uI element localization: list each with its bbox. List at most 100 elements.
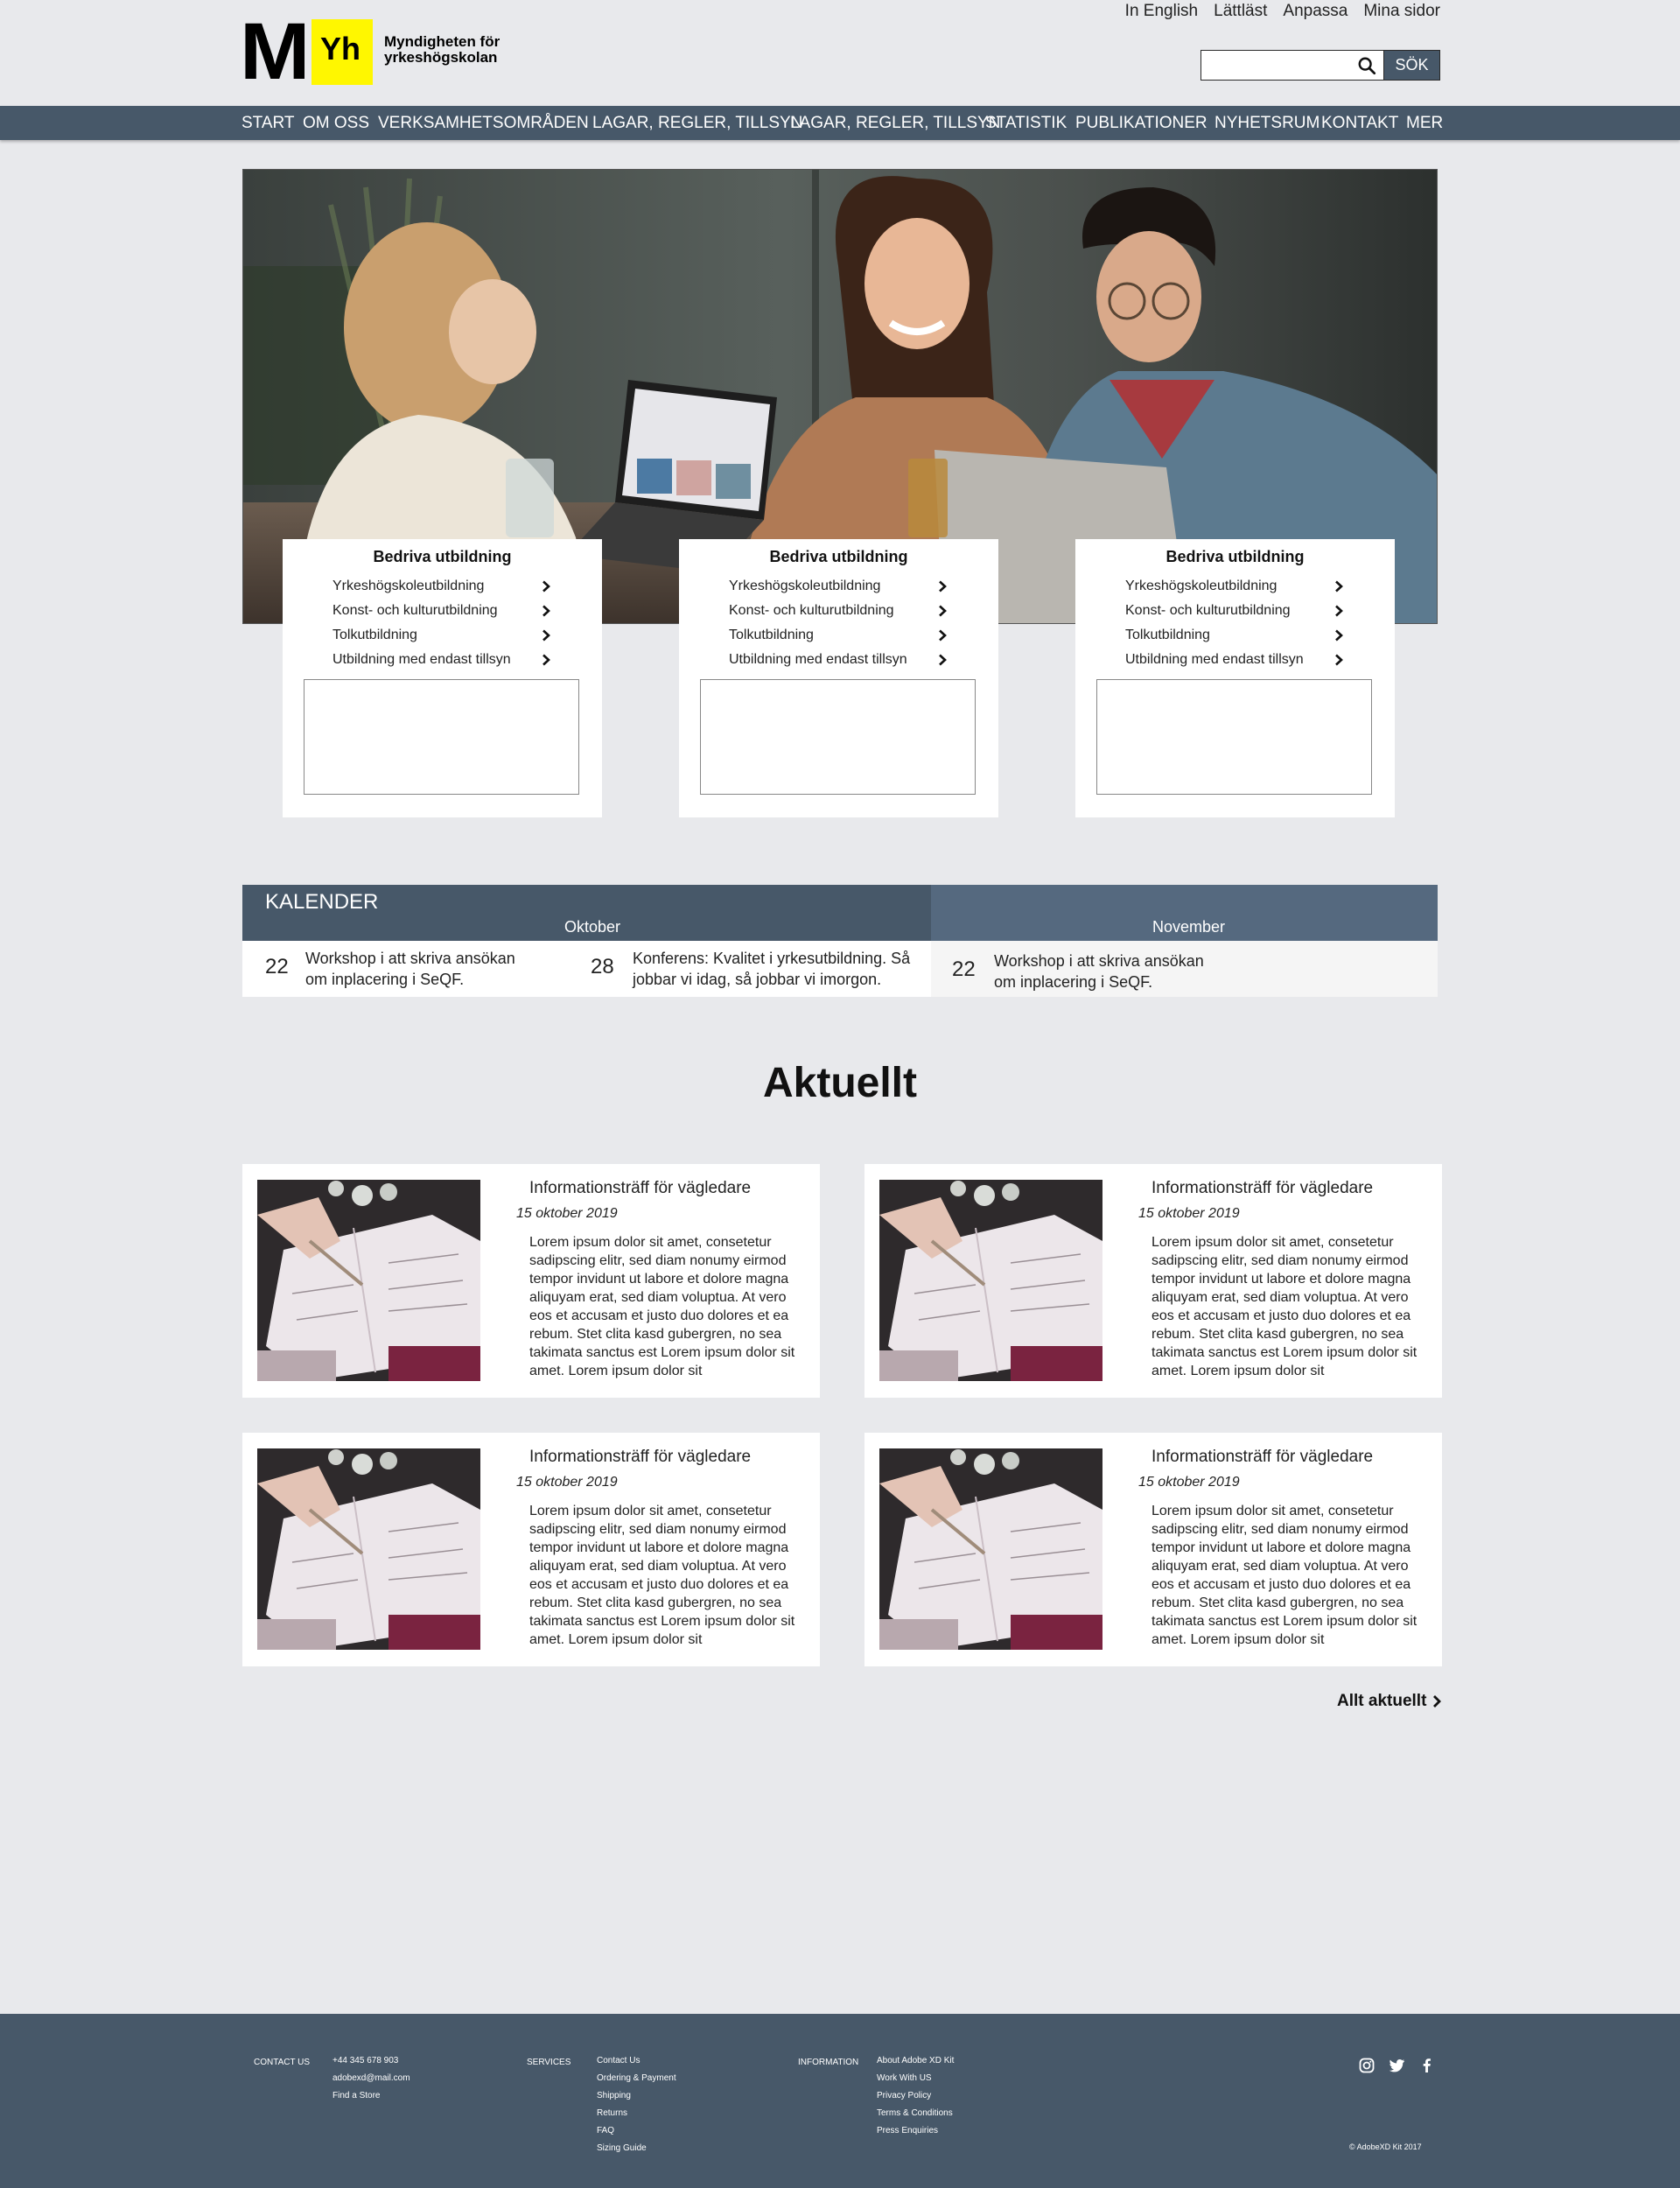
news-card[interactable]: Informationsträff för vägledare 15 oktob…: [242, 1433, 820, 1666]
footer-link[interactable]: Press Enquiries: [877, 2122, 954, 2140]
footer-link[interactable]: Terms & Conditions: [877, 2105, 954, 2122]
facebook-icon[interactable]: [1419, 2058, 1435, 2073]
chevron-right-icon: [939, 629, 947, 642]
chevron-right-icon: [939, 580, 947, 593]
calendar-event-text: Workshop i att skriva ansökan om inplace…: [305, 948, 515, 990]
chevron-right-icon: [939, 654, 947, 666]
copyright: © AdobeXD Kit 2017: [1349, 2142, 1422, 2151]
nav-item-verksamhetsomraden[interactable]: VERKSAMHETSOMRÅDEN: [378, 106, 589, 140]
card-link[interactable]: Yrkeshögskoleutbildning: [332, 574, 551, 599]
calendar-header-november: November: [931, 885, 1438, 941]
nav-item-mer[interactable]: MER: [1406, 106, 1443, 140]
calendar-event-line-2: jobbar vi idag, så jobbar vi imorgon.: [633, 971, 882, 988]
news-title[interactable]: Informationsträff för vägledare: [529, 1448, 751, 1467]
card-link[interactable]: Utbildning med endast tillsyn: [729, 648, 948, 672]
card-link[interactable]: Yrkeshögskoleutbildning: [1125, 574, 1344, 599]
card-link-list: Yrkeshögskoleutbildning Konst- och kultu…: [729, 574, 948, 672]
chevron-right-icon: [542, 629, 550, 642]
card-link[interactable]: Utbildning med endast tillsyn: [332, 648, 551, 672]
card-link[interactable]: Tolkutbildning: [729, 623, 948, 648]
card-link-list: Yrkeshögskoleutbildning Konst- och kultu…: [1125, 574, 1344, 672]
card-title: Bedriva utbildning: [373, 548, 512, 565]
footer-link[interactable]: Contact Us: [597, 2052, 676, 2070]
news-title[interactable]: Informationsträff för vägledare: [1152, 1179, 1373, 1198]
search-box: [1200, 50, 1384, 81]
nav-item-om-oss[interactable]: OM OSS: [303, 106, 369, 140]
main-nav: START OM OSS VERKSAMHETSOMRÅDEN LAGAR, R…: [0, 106, 1680, 140]
chevron-right-icon: [1335, 654, 1343, 666]
instagram-icon[interactable]: [1359, 2058, 1375, 2073]
card-link[interactable]: Konst- och kulturutbildning: [729, 599, 948, 623]
search-icon[interactable]: [1357, 56, 1376, 75]
news-title[interactable]: Informationsträff för vägledare: [529, 1179, 751, 1198]
twitter-icon[interactable]: [1390, 2058, 1405, 2073]
chevron-right-icon: [542, 654, 550, 666]
footer-link[interactable]: Returns: [597, 2105, 676, 2122]
nav-item-lagar-1[interactable]: LAGAR, REGLER, TILLSYN: [592, 106, 802, 140]
footer-link[interactable]: FAQ: [597, 2122, 676, 2140]
news-card[interactable]: Informationsträff för vägledare 15 oktob…: [864, 1433, 1442, 1666]
logo-letter: M: [240, 7, 310, 96]
all-news-link[interactable]: Allt aktuellt: [1337, 1692, 1441, 1711]
card-link-label: Yrkeshögskoleutbildning: [332, 579, 485, 593]
footer-link[interactable]: Shipping: [597, 2087, 676, 2105]
card-link-label: Yrkeshögskoleutbildning: [729, 579, 881, 593]
news-excerpt: Lorem ipsum dolor sit amet, consetetur s…: [1152, 1235, 1418, 1378]
link-anpassa[interactable]: Anpassa: [1283, 2, 1348, 21]
nav-item-start[interactable]: START: [242, 106, 295, 140]
link-in-english[interactable]: In English: [1125, 2, 1198, 21]
nav-item-statistik[interactable]: STATISTIK: [985, 106, 1067, 140]
card-image-placeholder: [700, 679, 976, 795]
footer-link[interactable]: adobexd@mail.com: [332, 2070, 410, 2087]
news-image: [257, 1448, 480, 1650]
nav-item-lagar-2[interactable]: LAGAR, REGLER, TILLSYN: [790, 106, 1000, 140]
search-input[interactable]: [1201, 51, 1383, 80]
card-link-list: Yrkeshögskoleutbildning Konst- och kultu…: [332, 574, 551, 672]
footer-link[interactable]: Privacy Policy: [877, 2087, 954, 2105]
calendar-event-line-1: Konferens: Kvalitet i yrkesutbildning. S…: [633, 950, 911, 967]
card-link-label: Utbildning med endast tillsyn: [729, 652, 907, 667]
card-link-label: Tolkutbildning: [729, 628, 814, 642]
calendar-event-line-2: om inplacering i SeQF.: [994, 973, 1153, 991]
calendar-event-day: 22: [952, 957, 976, 981]
nav-item-publikationer[interactable]: PUBLIKATIONER: [1075, 106, 1208, 140]
card-link[interactable]: Tolkutbildning: [1125, 623, 1344, 648]
footer-link[interactable]: Find a Store: [332, 2087, 410, 2105]
card-link[interactable]: Konst- och kulturutbildning: [332, 599, 551, 623]
calendar-month-october: Oktober: [564, 918, 621, 936]
calendar-events-november: 22 Workshop i att skriva ansökan om inpl…: [931, 941, 1438, 997]
site-logo[interactable]: M Yh Myndigheten för yrkeshögskolan: [240, 7, 504, 96]
footer-link[interactable]: About Adobe XD Kit: [877, 2052, 954, 2070]
news-card[interactable]: Informationsträff för vägledare 15 oktob…: [864, 1164, 1442, 1398]
news-photo: [879, 1448, 1102, 1650]
logo-text: Myndigheten för yrkeshögskolan: [384, 34, 500, 66]
footer-link[interactable]: +44 345 678 903: [332, 2052, 410, 2070]
site-header: M Yh Myndigheten för yrkeshögskolan In E…: [0, 0, 1680, 106]
footer-link[interactable]: Sizing Guide: [597, 2140, 676, 2157]
card-link[interactable]: Utbildning med endast tillsyn: [1125, 648, 1344, 672]
nav-item-nyhetsrum[interactable]: NYHETSRUM: [1214, 106, 1320, 140]
card-image-placeholder: [1096, 679, 1372, 795]
card-link-label: Tolkutbildning: [1125, 628, 1210, 642]
news-title[interactable]: Informationsträff för vägledare: [1152, 1448, 1373, 1467]
news-excerpt: Lorem ipsum dolor sit amet, consetetur s…: [1152, 1504, 1418, 1647]
card-link[interactable]: Tolkutbildning: [332, 623, 551, 648]
card-link[interactable]: Konst- och kulturutbildning: [1125, 599, 1344, 623]
footer-link[interactable]: Ordering & Payment: [597, 2070, 676, 2087]
news-card[interactable]: Informationsträff för vägledare 15 oktob…: [242, 1164, 820, 1398]
link-lattlast[interactable]: Lättläst: [1214, 2, 1267, 21]
card-image-placeholder: [304, 679, 579, 795]
link-mina-sidor[interactable]: Mina sidor: [1363, 2, 1440, 21]
calendar-month-november: November: [1152, 918, 1226, 936]
chevron-right-icon: [939, 605, 947, 617]
footer-services-list: Contact Us Ordering & Payment Shipping R…: [597, 2052, 676, 2157]
calendar-event-line-1: Workshop i att skriva ansökan: [305, 950, 515, 967]
search-button[interactable]: SÖK: [1384, 50, 1440, 81]
card-link-label: Konst- och kulturutbildning: [332, 603, 498, 618]
nav-item-kontakt[interactable]: KONTAKT: [1321, 106, 1398, 140]
footer-heading-information: INFORMATION: [798, 2058, 859, 2067]
news-date: 15 oktober 2019: [1138, 1206, 1240, 1221]
card-link[interactable]: Yrkeshögskoleutbildning: [729, 574, 948, 599]
calendar-title: KALENDER: [265, 890, 379, 914]
footer-link[interactable]: Work With US: [877, 2070, 954, 2087]
